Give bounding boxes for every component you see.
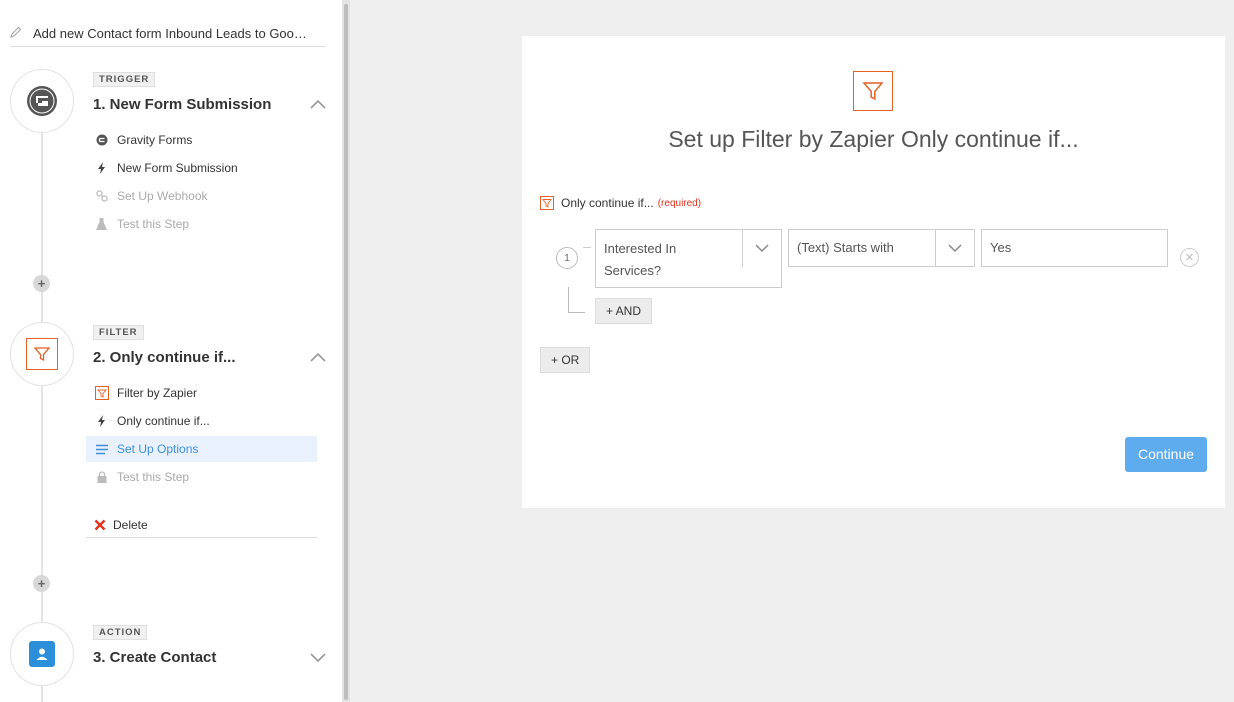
field-select-value: Interested In Services? xyxy=(604,241,677,278)
field-select[interactable]: Interested In Services? xyxy=(595,229,782,288)
remove-rule-icon[interactable]: ✕ xyxy=(1180,248,1199,267)
sidebar-item-filter-by-zapier[interactable]: Filter by Zapier xyxy=(86,380,317,406)
condition-select-value: (Text) Starts with xyxy=(797,240,894,255)
add-and-button[interactable]: + AND xyxy=(595,298,653,324)
chevron-down-icon[interactable] xyxy=(310,651,326,663)
sidebar-item-gravity-forms[interactable]: Gravity Forms xyxy=(86,127,317,153)
add-step-plus-icon[interactable]: + xyxy=(33,275,50,292)
timeline-line xyxy=(41,130,43,702)
lock-icon xyxy=(86,471,117,483)
delete-step-button[interactable]: Delete xyxy=(86,512,317,538)
sidebar-item-label: Only continue if... xyxy=(117,414,210,428)
required-label: (required) xyxy=(657,197,702,209)
step-3-title[interactable]: 3. Create Contact xyxy=(93,649,216,666)
sidebar-item-set-up-webhook[interactable]: Set Up Webhook xyxy=(86,183,317,209)
delete-label: Delete xyxy=(113,517,148,532)
sidebar-item-label: Test this Step xyxy=(117,217,190,231)
filter-label-row: Only continue if... (required) xyxy=(540,196,701,210)
pencil-icon xyxy=(10,26,28,41)
step-2-title[interactable]: 2. Only continue if... xyxy=(93,349,236,366)
step-3-tag: ACTION xyxy=(93,625,148,640)
zap-editor-sidebar: Add new Contact form Inbound Leads to Go… xyxy=(0,0,342,702)
connector-line xyxy=(583,247,591,248)
sidebar-item-label: Gravity Forms xyxy=(117,133,193,147)
step-3-app-icon[interactable] xyxy=(10,622,74,686)
filter-setup-card: Set up Filter by Zapier Only continue if… xyxy=(522,36,1225,508)
add-or-button[interactable]: + OR xyxy=(540,347,591,373)
sidebar-item-new-form-submission[interactable]: New Form Submission xyxy=(86,155,317,181)
sidebar-scrollbar[interactable] xyxy=(342,0,350,702)
step-1-app-icon[interactable] xyxy=(10,69,74,133)
sidebar-item-label: Test this Step xyxy=(117,470,190,484)
chevron-up-icon[interactable] xyxy=(310,97,326,109)
list-icon xyxy=(86,444,117,455)
close-icon xyxy=(86,519,113,531)
filter-icon xyxy=(86,386,117,400)
scrollbar-thumb[interactable] xyxy=(344,4,348,700)
and-connector-bracket xyxy=(568,287,585,313)
condition-select[interactable]: (Text) Starts with xyxy=(788,229,975,267)
bolt-icon xyxy=(86,162,117,174)
rule-number-badge: 1 xyxy=(556,247,578,269)
step-2-app-icon[interactable] xyxy=(10,322,74,386)
link-icon xyxy=(86,190,117,202)
gravity-forms-icon xyxy=(86,134,117,146)
step-1-tag: TRIGGER xyxy=(93,72,156,87)
sidebar-item-test-step-2[interactable]: Test this Step xyxy=(86,464,317,490)
chevron-down-icon[interactable] xyxy=(742,230,781,267)
filter-icon xyxy=(853,71,893,111)
chevron-down-icon[interactable] xyxy=(935,230,974,267)
zap-title-text: Add new Contact form Inbound Leads to Go… xyxy=(33,25,307,41)
continue-button[interactable]: Continue xyxy=(1125,437,1207,472)
sidebar-item-set-up-options[interactable]: Set Up Options xyxy=(86,436,317,462)
filter-label: Only continue if... xyxy=(561,196,654,210)
sidebar-item-label: Filter by Zapier xyxy=(117,386,198,400)
step-2-tag: FILTER xyxy=(93,325,144,340)
filter-icon xyxy=(26,338,58,370)
gravity-forms-icon xyxy=(27,86,57,116)
zap-title[interactable]: Add new Contact form Inbound Leads to Go… xyxy=(10,20,326,47)
step-1-title[interactable]: 1. New Form Submission xyxy=(93,96,271,113)
value-input[interactable]: Yes xyxy=(981,229,1168,267)
chevron-up-icon[interactable] xyxy=(310,350,326,362)
bolt-icon xyxy=(86,415,117,427)
sidebar-item-test-step-1[interactable]: Test this Step xyxy=(86,211,317,237)
page-title: Set up Filter by Zapier Only continue if… xyxy=(668,126,1079,152)
sidebar-item-only-continue-if[interactable]: Only continue if... xyxy=(86,408,317,434)
filter-icon xyxy=(540,196,554,210)
add-step-plus-icon[interactable]: + xyxy=(33,575,50,592)
sidebar-item-label: New Form Submission xyxy=(117,161,238,175)
sidebar-item-label: Set Up Webhook xyxy=(117,189,208,203)
flask-icon xyxy=(86,218,117,230)
contact-icon xyxy=(29,641,55,667)
sidebar-item-label: Set Up Options xyxy=(117,442,199,456)
